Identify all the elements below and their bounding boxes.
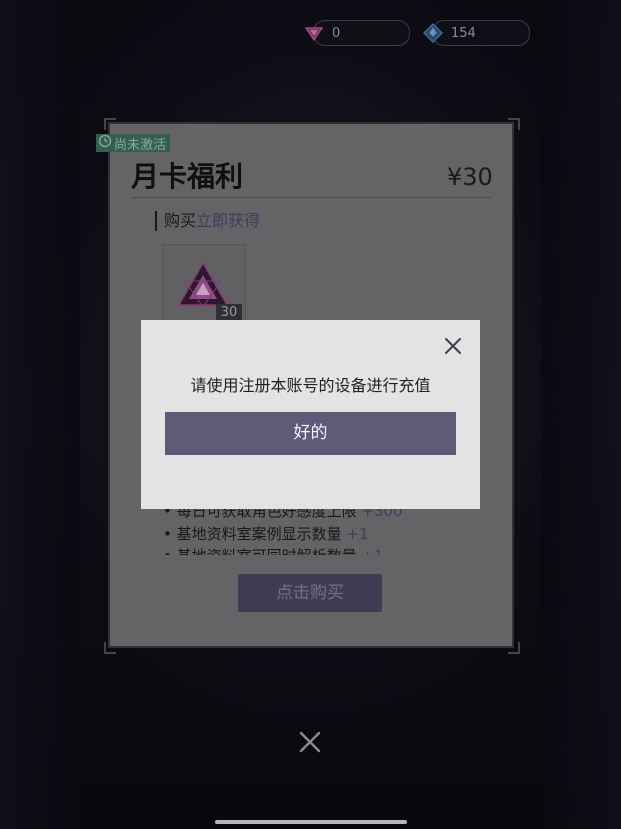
close-icon[interactable]: [443, 336, 463, 356]
ok-button[interactable]: 好的: [165, 412, 456, 455]
dialog-message: 请使用注册本账号的设备进行充值: [190, 376, 431, 395]
close-icon[interactable]: [298, 730, 322, 754]
home-indicator: [215, 820, 407, 824]
